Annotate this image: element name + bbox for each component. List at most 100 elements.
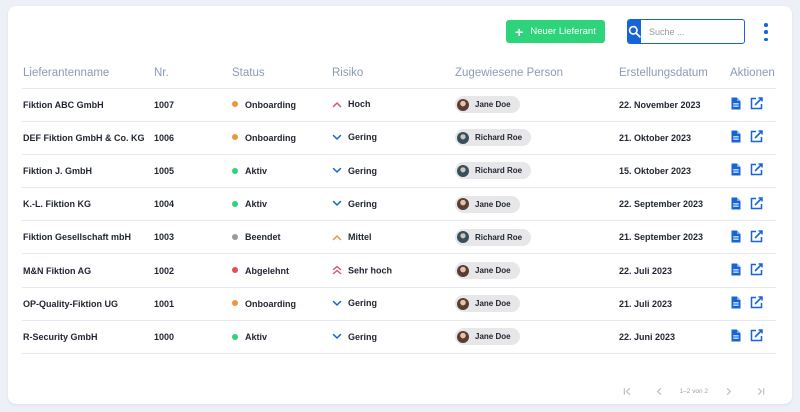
table-row[interactable]: R-Security GmbH 1000 Aktiv Gering Jane D… [22,319,776,355]
actions-cell [729,187,776,221]
person-chip[interactable]: Jane Doe [455,262,520,280]
open-external-icon[interactable] [750,296,763,311]
person-cell: Jane Doe [454,286,618,321]
supplier-name[interactable]: R-Security GmbH [22,319,153,355]
header-name[interactable]: Lieferantenname [22,58,153,88]
person-cell: Jane Doe [454,253,618,288]
person-cell: Richard Roe [454,153,618,188]
supplier-name-text: Fiktion J. GmbH [23,165,93,176]
risk-text: Gering [348,198,378,209]
more-options-icon[interactable] [761,23,771,41]
open-external-icon[interactable] [750,163,763,178]
status-text: Beendet [245,232,281,243]
supplier-number-text: 1000 [154,331,175,342]
open-external-icon[interactable] [750,130,763,145]
supplier-name[interactable]: Fiktion J. GmbH [22,153,153,188]
actions-cell [729,253,776,288]
document-icon[interactable] [730,97,741,112]
supplier-name-text: Fiktion Gesellschaft mbH [23,232,132,243]
person-name: Richard Roe [475,232,523,242]
supplier-name-text: M&N Fiktion AG [23,265,92,276]
created-date-text: 21. September 2023 [619,232,704,243]
table-row[interactable]: M&N Fiktion AG 1002 Abgelehnt Sehr hoch … [22,253,776,288]
open-external-icon[interactable] [750,97,763,112]
risk-cell: Gering [331,153,454,188]
header-nr[interactable]: Nr. [153,58,231,88]
person-cell: Richard Roe [454,120,618,155]
search-icon[interactable] [628,20,641,43]
person-chip[interactable]: Jane Doe [455,295,520,313]
document-icon[interactable] [730,163,741,178]
created-date-text: 22. Juli 2023 [619,265,673,276]
document-icon[interactable] [730,296,741,311]
supplier-number: 1004 [153,187,231,221]
actions-cell [729,120,776,155]
person-cell: Jane Doe [454,319,618,355]
table-row[interactable]: Fiktion J. GmbH 1005 Aktiv Gering Richar… [22,153,776,188]
status-text: Onboarding [245,298,296,309]
table-row[interactable]: Fiktion Gesellschaft mbH 1003 Beendet Mi… [22,220,776,254]
previous-page-icon[interactable] [643,384,675,398]
table-row[interactable]: Fiktion ABC GmbH 1007 Onboarding Hoch Ja… [22,87,776,122]
person-cell: Jane Doe [454,187,618,221]
table-row[interactable]: K.-L. Fiktion KG 1004 Aktiv Gering Jane … [22,187,776,221]
avatar [457,98,469,111]
person-name: Jane Doe [475,266,511,276]
first-page-icon[interactable] [611,384,643,398]
open-external-icon[interactable] [750,329,763,344]
document-icon[interactable] [730,329,741,344]
open-external-icon[interactable] [750,230,763,245]
person-chip[interactable]: Richard Roe [455,129,532,147]
document-icon[interactable] [730,130,741,145]
table-row[interactable]: DEF Fiktion GmbH & Co. KG 1006 Onboardin… [22,120,776,155]
open-external-icon[interactable] [750,263,763,278]
created-date-text: 15. Oktober 2023 [619,165,692,176]
document-icon[interactable] [730,230,741,245]
supplier-name-text: R-Security GmbH [23,331,98,342]
pagination: 1–2 von 2 [611,384,776,398]
search-input[interactable] [641,20,744,43]
toolbar: + Neuer Lieferant [8,19,792,45]
header-risk[interactable]: Risiko [331,58,454,88]
document-icon[interactable] [730,197,741,212]
created-date: 22. Juni 2023 [618,319,729,355]
person-chip[interactable]: Jane Doe [455,328,520,346]
status-dot-icon [232,233,238,240]
header-person[interactable]: Zugewiesene Person [454,58,618,88]
supplier-number: 1005 [153,153,231,188]
table-row[interactable]: OP-Quality-Fiktion UG 1001 Onboarding Ge… [22,286,776,321]
supplier-name-text: OP-Quality-Fiktion UG [23,298,119,309]
created-date-text: 22. September 2023 [619,199,704,210]
person-chip[interactable]: Jane Doe [455,96,520,114]
supplier-name[interactable]: DEF Fiktion GmbH & Co. KG [22,120,153,155]
supplier-number-text: 1001 [154,298,175,309]
supplier-number-text: 1002 [154,265,175,276]
plus-icon: + [515,23,524,40]
last-page-icon[interactable] [744,384,776,398]
header-created[interactable]: Erstellungsdatum [618,58,729,88]
supplier-name[interactable]: M&N Fiktion AG [22,253,153,288]
person-name: Richard Roe [475,133,523,143]
supplier-name[interactable]: OP-Quality-Fiktion UG [22,286,153,321]
open-external-icon[interactable] [750,196,763,212]
supplier-name[interactable]: Fiktion ABC GmbH [22,87,153,122]
supplier-name[interactable]: K.-L. Fiktion KG [22,187,153,221]
status-dot-icon [232,267,238,274]
status-cell: Abgelehnt [231,253,331,288]
supplier-name-text: Fiktion ABC GmbH [23,99,104,110]
supplier-name[interactable]: Fiktion Gesellschaft mbH [22,220,153,254]
person-chip[interactable]: Jane Doe [455,195,520,213]
header-status[interactable]: Status [231,58,331,88]
avatar [457,297,469,310]
document-icon[interactable] [730,263,741,278]
status-cell: Onboarding [231,87,331,122]
chevron-down-icon [332,299,342,309]
person-chip[interactable]: Richard Roe [455,162,532,180]
new-supplier-button[interactable]: + Neuer Lieferant [506,20,605,43]
actions-cell [729,87,776,122]
person-chip[interactable]: Richard Roe [455,228,532,246]
next-page-icon[interactable] [712,384,744,398]
risk-text: Gering [348,298,378,309]
created-date: 21. Oktober 2023 [618,120,729,155]
supplier-number: 1003 [153,220,231,254]
